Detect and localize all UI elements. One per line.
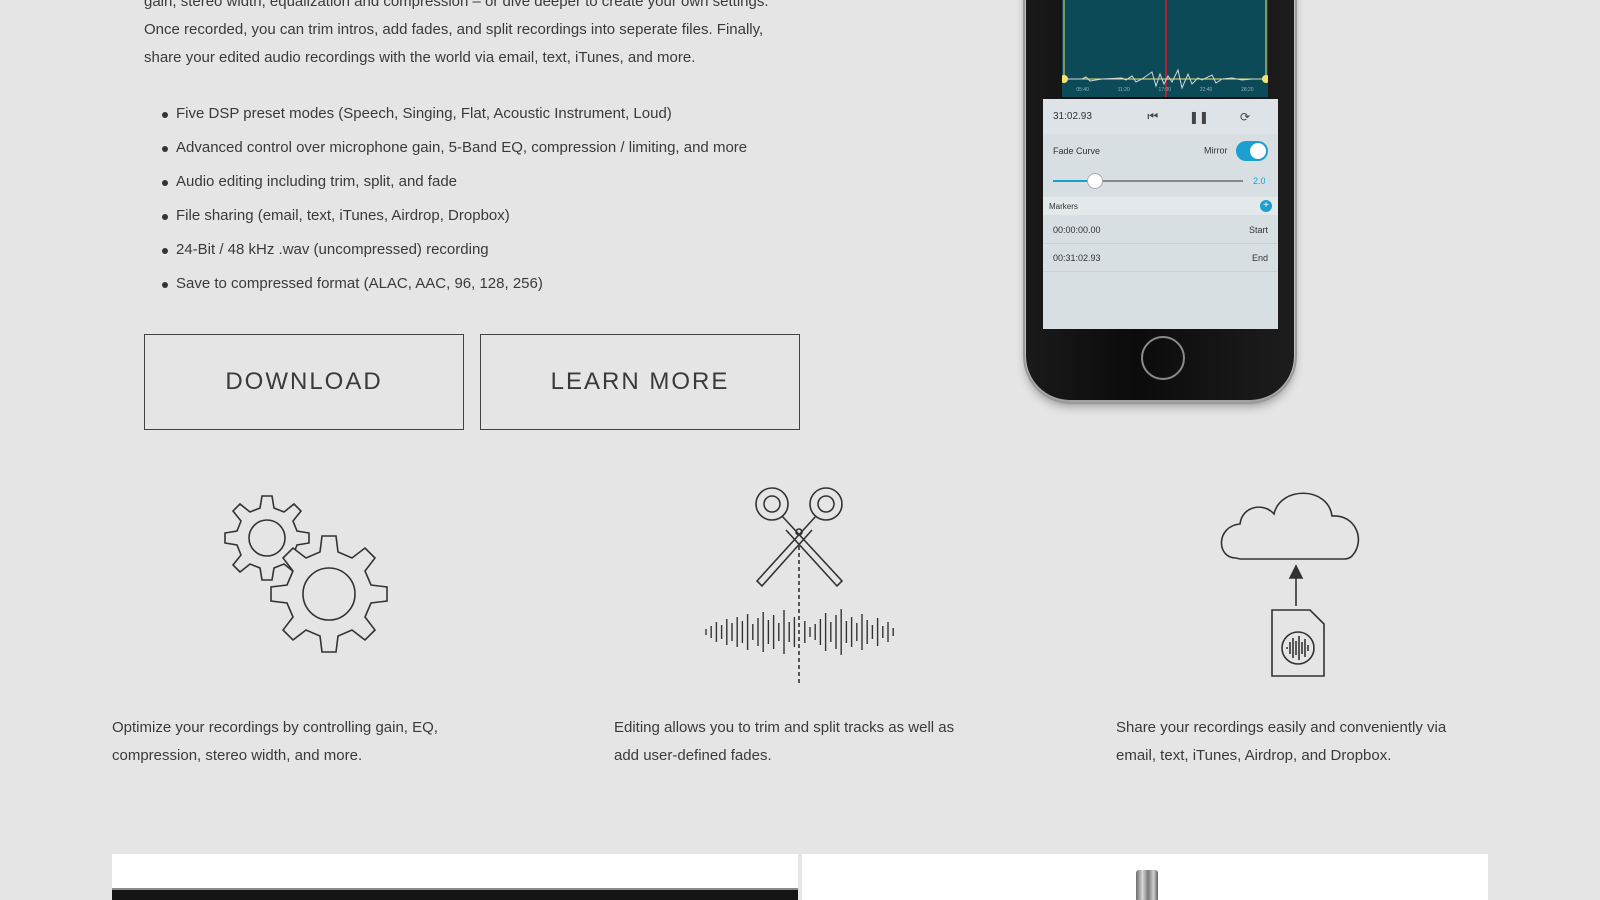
transport-toolbar: 31:02.93 ⏮ ❚❚ ⟳ bbox=[1043, 99, 1278, 134]
marker-label: End bbox=[1251, 253, 1268, 263]
feature-description: Optimize your recordings by controlling … bbox=[112, 719, 438, 764]
bullet-icon bbox=[162, 248, 168, 254]
bullet-icon bbox=[162, 214, 168, 220]
fade-slider-row: 2.0 bbox=[1043, 169, 1278, 193]
time-tick: 11:20 bbox=[1117, 87, 1130, 93]
feature-description: Editing allows you to trim and split tra… bbox=[614, 719, 955, 764]
mirror-control: Mirror bbox=[1204, 141, 1268, 161]
list-item: 24-Bit / 48 kHz .wav (uncompressed) reco… bbox=[160, 240, 820, 274]
slider-knob[interactable] bbox=[1086, 173, 1103, 189]
time-ruler: 05:40 11:20 17:00 22:40 28:20 bbox=[1062, 87, 1268, 93]
bullet-icon bbox=[162, 146, 168, 152]
mirror-label: Mirror bbox=[1203, 145, 1228, 156]
marker-row[interactable]: 00:31:02.93 End bbox=[1043, 245, 1278, 272]
phone-mockup: 05:40 11:20 17:00 22:40 28:20 31:02.93 ⏮… bbox=[1023, 0, 1297, 404]
bottom-card-left bbox=[112, 854, 798, 900]
learn-more-button[interactable]: LEARN MORE bbox=[480, 334, 800, 430]
intro-paragraph: gain, stereo width, equalization and com… bbox=[144, 0, 804, 72]
microphone-image bbox=[1136, 870, 1158, 900]
intro-line: Once recorded, you can trim intros, add … bbox=[144, 21, 764, 38]
download-button[interactable]: DOWNLOAD bbox=[144, 334, 464, 430]
loop-icon[interactable]: ⟳ bbox=[1222, 110, 1268, 124]
markers-header: Markers + bbox=[1043, 197, 1278, 215]
time-tick: 17:00 bbox=[1158, 87, 1172, 93]
gears-icon bbox=[224, 495, 388, 653]
list-item-text: Audio editing including trim, split, and… bbox=[176, 173, 458, 190]
skip-back-icon[interactable]: ⏮ bbox=[1130, 109, 1176, 124]
list-item-text: File sharing (email, text, iTunes, Airdr… bbox=[176, 207, 510, 224]
feature-editing: Editing allows you to trim and split tra… bbox=[614, 486, 974, 764]
markers-label: Markers bbox=[1049, 201, 1078, 211]
cloud-upload-file-icon bbox=[1220, 492, 1360, 677]
bottom-card-right bbox=[802, 854, 1488, 900]
fade-slider[interactable] bbox=[1053, 173, 1243, 189]
mirror-toggle[interactable] bbox=[1236, 141, 1268, 161]
intro-line: gain, stereo width, equalization and com… bbox=[144, 0, 769, 10]
waveform-display[interactable]: 05:40 11:20 17:00 22:40 28:20 bbox=[1060, 0, 1270, 131]
waveform-icon bbox=[1060, 0, 1270, 131]
list-item: Five DSP preset modes (Speech, Singing, … bbox=[160, 104, 820, 138]
time-tick: 28:20 bbox=[1241, 87, 1254, 93]
editor-panel: 31:02.93 ⏮ ❚❚ ⟳ Fade Curve Mirror 2.0 Ma… bbox=[1043, 99, 1278, 329]
list-item: Advanced control over microphone gain, 5… bbox=[160, 138, 820, 172]
fade-curve-label: Fade Curve bbox=[1053, 146, 1101, 156]
home-button bbox=[1141, 336, 1185, 380]
add-marker-icon[interactable]: + bbox=[1260, 200, 1272, 212]
bullet-icon bbox=[162, 282, 168, 288]
slider-value: 2.0 bbox=[1253, 176, 1266, 186]
marker-time: 00:00:00.00 bbox=[1053, 225, 1101, 235]
list-item-text: Five DSP preset modes (Speech, Singing, … bbox=[176, 105, 672, 122]
list-item-text: 24-Bit / 48 kHz .wav (uncompressed) reco… bbox=[176, 241, 489, 258]
feature-optimize: Optimize your recordings by controlling … bbox=[112, 486, 472, 764]
feature-sharing: Share your recordings easily and conveni… bbox=[1116, 486, 1476, 764]
list-item: Save to compressed format (ALAC, AAC, 96… bbox=[160, 274, 820, 308]
bullet-icon bbox=[162, 112, 168, 118]
list-item: Audio editing including trim, split, and… bbox=[160, 172, 820, 206]
pause-icon[interactable]: ❚❚ bbox=[1176, 110, 1222, 124]
list-item-text: Advanced control over microphone gain, 5… bbox=[176, 139, 748, 156]
card-image bbox=[112, 888, 798, 900]
current-time: 31:02.93 bbox=[1053, 111, 1092, 122]
time-tick: 05:40 bbox=[1076, 87, 1089, 93]
list-item-text: Save to compressed format (ALAC, AAC, 96… bbox=[176, 275, 543, 292]
feature-description: Share your recordings easily and conveni… bbox=[1116, 719, 1447, 764]
list-item: File sharing (email, text, iTunes, Airdr… bbox=[160, 206, 820, 240]
marker-label: Start bbox=[1248, 225, 1268, 235]
scissors-waveform-icon bbox=[705, 487, 894, 686]
marker-time: 00:31:02.93 bbox=[1053, 253, 1101, 263]
intro-line: share your edited audio recordings with … bbox=[144, 49, 696, 66]
fade-curve-row: Fade Curve Mirror bbox=[1043, 137, 1278, 165]
marker-row[interactable]: 00:00:00.00 Start bbox=[1043, 217, 1278, 244]
time-tick: 22:40 bbox=[1199, 87, 1213, 93]
feature-list: Five DSP preset modes (Speech, Singing, … bbox=[160, 104, 820, 308]
bullet-icon bbox=[162, 180, 168, 186]
